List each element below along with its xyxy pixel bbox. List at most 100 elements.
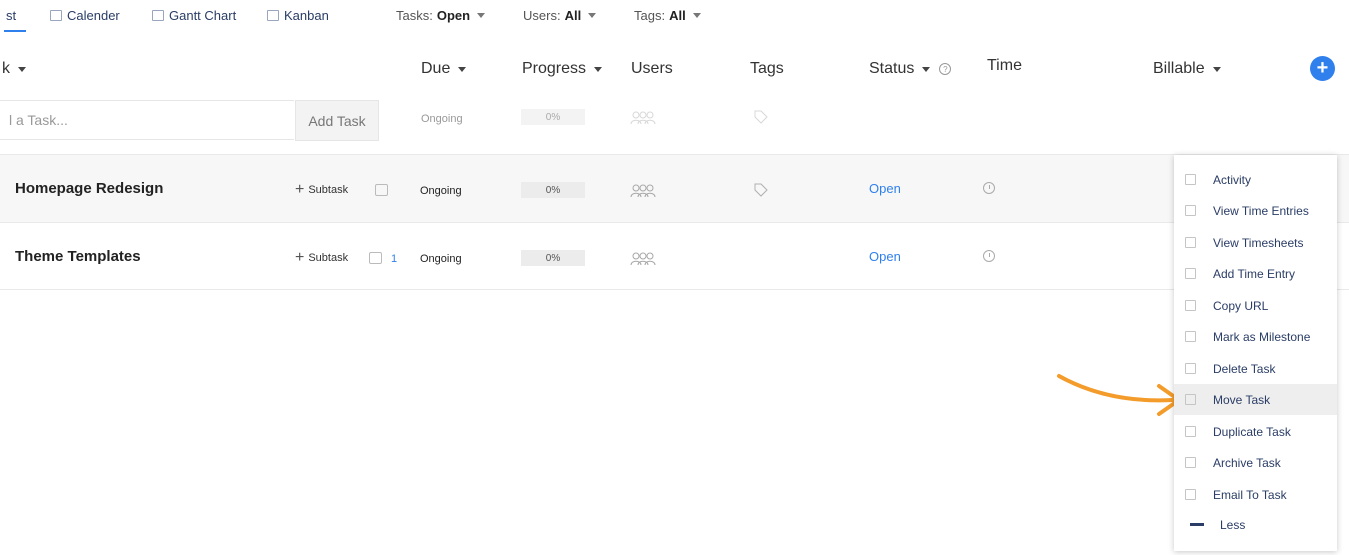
menu-item-label: Delete Task — [1213, 361, 1276, 376]
users-icon — [630, 111, 656, 125]
caret-down-icon — [458, 66, 467, 72]
tab-list[interactable]: st — [4, 8, 26, 32]
column-header-billable-label: Billable — [1153, 60, 1205, 77]
users-filter[interactable]: Users: All — [523, 8, 597, 23]
menu-item-less[interactable]: Less — [1174, 509, 1337, 540]
subtask-label: Subtask — [308, 184, 349, 196]
clock-icon[interactable] — [983, 250, 995, 262]
move-icon — [1185, 394, 1196, 405]
tasks-filter[interactable]: Tasks: Open — [396, 8, 486, 23]
tab-kanban-label: Kanban — [284, 8, 329, 23]
comment-count: 1 — [391, 253, 398, 265]
task-name[interactable]: Homepage Redesign — [15, 180, 163, 197]
add-row-due: Ongoing — [421, 113, 463, 125]
caret-down-icon — [922, 66, 931, 72]
tab-gantt-label: Gantt Chart — [169, 8, 237, 23]
add-task-input[interactable]: l a Task... — [0, 100, 294, 140]
tags-filter-value: All — [669, 8, 686, 23]
menu-item-delete-task[interactable]: Delete Task — [1174, 353, 1337, 384]
caret-down-icon — [692, 13, 701, 18]
calendar-icon — [50, 10, 62, 21]
menu-item-archive-task[interactable]: Archive Task — [1174, 447, 1337, 478]
menu-item-label: Duplicate Task — [1213, 424, 1291, 439]
tab-calendar-label: Calender — [67, 8, 120, 23]
menu-item-duplicate-task[interactable]: Duplicate Task — [1174, 416, 1337, 447]
kanban-icon — [267, 10, 279, 21]
column-header-task[interactable]: k — [2, 60, 26, 78]
subtask-label: Subtask — [308, 252, 349, 264]
menu-item-label: Activity — [1213, 172, 1252, 187]
tasks-filter-value: Open — [436, 8, 471, 23]
menu-item-label: View Timesheets — [1213, 235, 1304, 250]
add-subtask-button[interactable]: + Subtask — [295, 249, 348, 267]
task-status[interactable]: Open — [869, 181, 901, 196]
tags-filter-label: Tags: — [634, 8, 666, 23]
tab-gantt-chart[interactable]: Gantt Chart — [152, 8, 236, 23]
table-row[interactable]: Theme Templates + Subtask 1 Ongoing 0% O… — [0, 222, 1349, 290]
users-icon[interactable] — [630, 184, 656, 198]
plus-icon: + — [295, 249, 305, 266]
clock-icon[interactable] — [983, 182, 995, 194]
task-context-menu: Activity View Time Entries View Timeshee… — [1174, 155, 1337, 551]
task-progress: 0% — [521, 182, 585, 198]
tag-icon[interactable] — [754, 183, 768, 197]
email-icon — [1185, 489, 1196, 500]
link-icon — [1185, 300, 1196, 311]
caret-down-icon — [18, 66, 26, 72]
help-icon[interactable]: ? — [939, 63, 952, 75]
milestone-icon — [1185, 331, 1196, 342]
users-icon[interactable] — [630, 252, 656, 266]
menu-item-label: Email To Task — [1213, 487, 1287, 502]
comment-icon[interactable] — [375, 184, 388, 196]
menu-item-label: View Time Entries — [1213, 203, 1309, 218]
column-header-time-label: Time — [987, 57, 1022, 74]
menu-item-label: Archive Task — [1213, 455, 1281, 470]
minus-icon — [1190, 523, 1204, 526]
add-task-button[interactable]: Add Task — [295, 100, 379, 141]
pointer-arrow-icon — [1057, 374, 1181, 416]
plus-icon: + — [295, 181, 305, 198]
users-filter-value: All — [564, 8, 582, 23]
column-header-status[interactable]: Status ? — [869, 60, 952, 78]
menu-item-move-task[interactable]: Move Task — [1174, 384, 1337, 415]
tab-kanban[interactable]: Kanban — [267, 8, 329, 23]
column-header-due[interactable]: Due — [421, 60, 467, 78]
tab-calendar[interactable]: Calender — [50, 8, 120, 23]
task-name[interactable]: Theme Templates — [15, 248, 141, 265]
column-header-users-label: Users — [631, 60, 673, 77]
task-due: Ongoing — [420, 185, 462, 197]
column-header-due-label: Due — [421, 60, 451, 77]
menu-item-activity[interactable]: Activity — [1174, 164, 1337, 195]
add-column-button[interactable]: + — [1310, 56, 1335, 81]
column-header-tags-label: Tags — [750, 60, 784, 77]
menu-item-label: Less — [1220, 517, 1246, 532]
menu-item-email-to-task[interactable]: Email To Task — [1174, 479, 1337, 510]
column-header-time: Time — [987, 57, 1022, 75]
comment-icon[interactable] — [369, 252, 382, 264]
column-header-billable[interactable]: Billable — [1153, 60, 1221, 78]
add-subtask-button[interactable]: + Subtask — [295, 181, 348, 199]
tags-filter[interactable]: Tags: All — [634, 8, 701, 23]
menu-item-label: Add Time Entry — [1213, 266, 1296, 281]
menu-item-add-time-entry[interactable]: Add Time Entry — [1174, 258, 1337, 289]
gantt-icon — [152, 10, 164, 21]
menu-item-view-timesheets[interactable]: View Timesheets — [1174, 227, 1337, 258]
column-header-progress[interactable]: Progress — [522, 60, 603, 78]
caret-down-icon — [477, 13, 486, 18]
menu-item-view-time-entries[interactable]: View Time Entries — [1174, 195, 1337, 226]
task-status[interactable]: Open — [869, 249, 901, 264]
table-row[interactable]: Homepage Redesign + Subtask Ongoing 0% O… — [0, 154, 1349, 222]
duplicate-icon — [1185, 426, 1196, 437]
column-header-users: Users — [631, 60, 673, 78]
task-progress: 0% — [521, 250, 585, 266]
caret-down-icon — [588, 13, 597, 18]
tag-icon — [754, 110, 768, 124]
users-filter-label: Users: — [523, 8, 561, 23]
menu-item-mark-milestone[interactable]: Mark as Milestone — [1174, 321, 1337, 352]
task-due: Ongoing — [420, 253, 462, 265]
timesheet-icon — [1185, 237, 1196, 248]
menu-item-copy-url[interactable]: Copy URL — [1174, 290, 1337, 321]
column-header-task-label: k — [2, 60, 10, 77]
add-time-icon — [1185, 268, 1196, 279]
menu-item-label: Copy URL — [1213, 298, 1269, 313]
